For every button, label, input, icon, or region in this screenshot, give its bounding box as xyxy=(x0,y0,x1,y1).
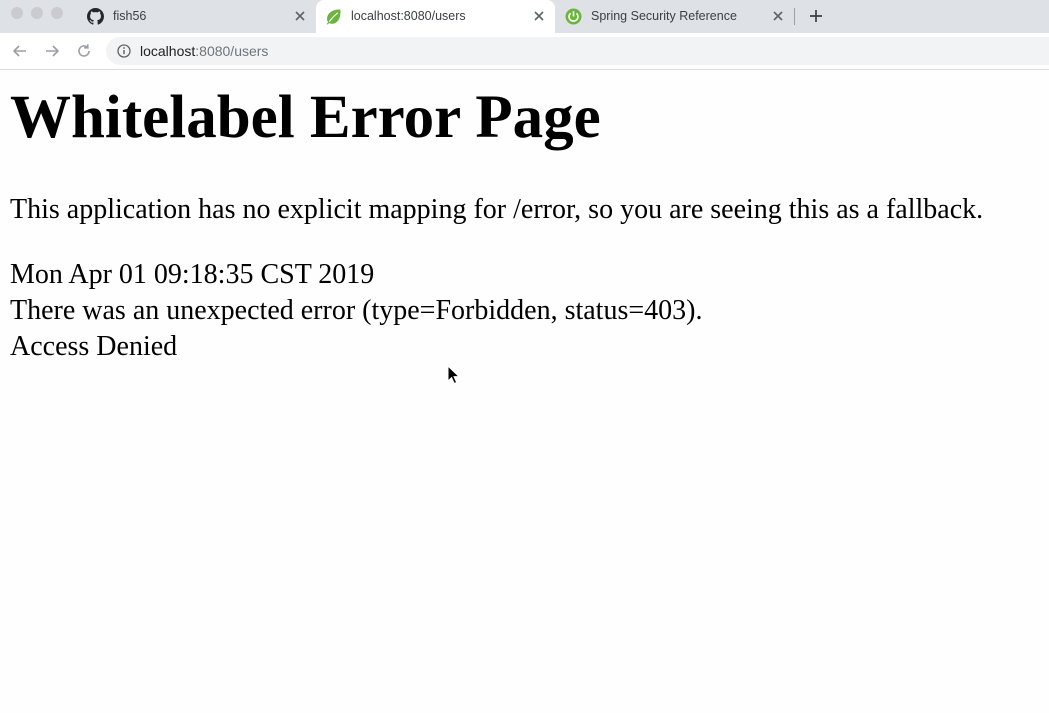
spring-leaf-icon xyxy=(326,9,341,25)
page-title: Whitelabel Error Page xyxy=(10,84,601,151)
window-close-control[interactable] xyxy=(11,7,23,19)
address-bar[interactable]: localhost:8080/users xyxy=(106,37,1049,65)
spring-power-icon xyxy=(565,8,582,25)
error-timestamp: Mon Apr 01 09:18:35 CST 2019 xyxy=(10,259,375,290)
window-zoom-control[interactable] xyxy=(51,7,63,19)
forward-arrow-icon[interactable] xyxy=(42,41,62,61)
new-tab-plus-icon[interactable] xyxy=(807,7,825,25)
back-arrow-icon[interactable] xyxy=(10,41,30,61)
error-details: Mon Apr 01 09:18:35 CST 2019 There was a… xyxy=(10,257,702,365)
tab-strip: fish56 localhost:8080/users Spring Secur… xyxy=(0,0,1049,33)
url-path: :8080/users xyxy=(195,43,269,59)
tab-close-icon[interactable] xyxy=(770,8,786,24)
url-text: localhost:8080/users xyxy=(140,43,268,59)
tab-separator xyxy=(794,8,795,25)
browser-toolbar: localhost:8080/users xyxy=(0,33,1049,70)
github-icon xyxy=(87,8,104,25)
url-host: localhost xyxy=(140,43,196,59)
tab-title: localhost:8080/users xyxy=(351,9,466,23)
reload-icon[interactable] xyxy=(74,41,94,61)
site-info-icon[interactable] xyxy=(117,44,131,58)
tab-spring-security-reference[interactable]: Spring Security Reference xyxy=(556,0,794,33)
tab-close-icon[interactable] xyxy=(531,8,547,24)
window-minimize-control[interactable] xyxy=(31,7,43,19)
tab-close-icon[interactable] xyxy=(292,8,308,24)
error-detail: Access Denied xyxy=(10,331,178,362)
tab-localhost-users[interactable]: localhost:8080/users xyxy=(316,0,555,33)
error-message: This application has no explicit mapping… xyxy=(10,194,984,225)
tab-fish56[interactable]: fish56 xyxy=(78,0,316,33)
page-content: Whitelabel Error Page This application h… xyxy=(0,70,1049,713)
error-status-line: There was an unexpected error (type=Forb… xyxy=(10,295,703,326)
tab-title: Spring Security Reference xyxy=(591,9,737,23)
mouse-cursor-icon xyxy=(447,365,460,385)
tab-title: fish56 xyxy=(113,9,147,23)
